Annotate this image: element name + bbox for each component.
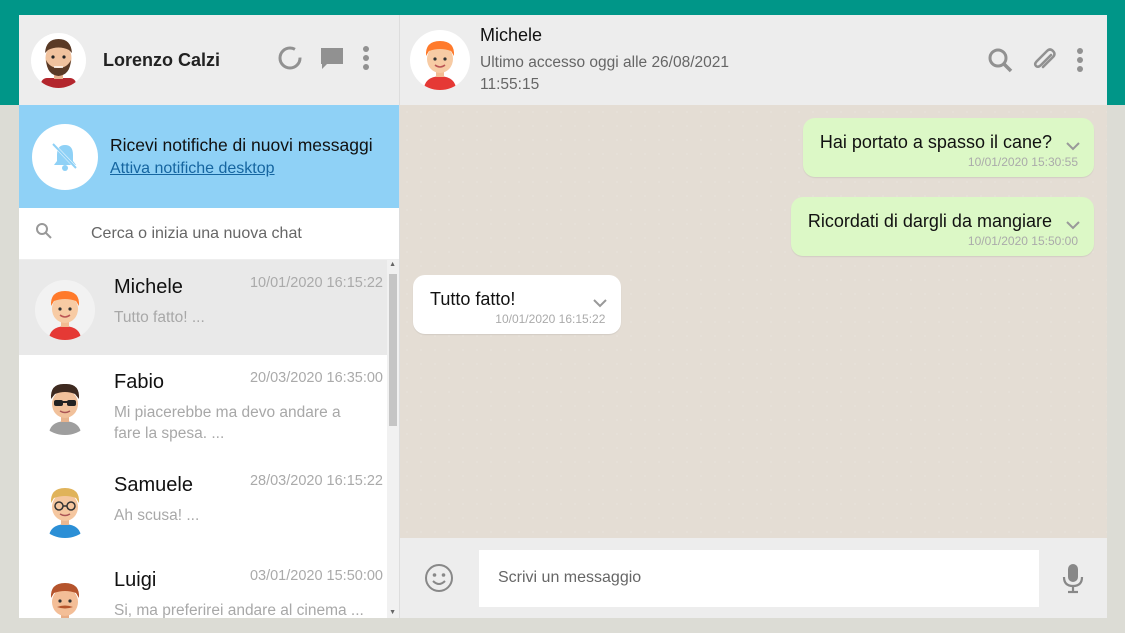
menu-icon[interactable]	[1075, 47, 1085, 73]
contact-avatar[interactable]	[410, 30, 470, 90]
message-input[interactable]	[479, 549, 1039, 607]
chat-preview: Si, ma preferirei andare al cinema ...	[114, 602, 364, 618]
microphone-icon[interactable]	[1061, 562, 1085, 594]
status-icon[interactable]	[277, 45, 303, 71]
message-text: Tutto fatto!	[430, 289, 516, 309]
notification-title: Ricevi notifiche di nuovi messaggi	[110, 135, 373, 155]
sidebar-header-icons	[277, 45, 371, 71]
search-input[interactable]	[91, 224, 381, 243]
contact-name: Michele	[480, 24, 543, 45]
message-time: 10/01/2020 16:15:22	[495, 312, 606, 326]
scrollbar-thumb[interactable]	[389, 274, 397, 426]
chat-list: Michele Tutto fatto! ... 10/01/2020 16:1…	[19, 260, 399, 618]
chat-preview: Mi piacerebbe ma devo andare a fare la s…	[114, 404, 341, 442]
sidebar-header: Lorenzo Calzi	[19, 15, 399, 105]
chat-time: 03/01/2020 15:50:00	[249, 568, 383, 584]
avatar	[35, 375, 95, 435]
search-icon	[35, 222, 53, 245]
my-name: Lorenzo Calzi	[103, 49, 221, 70]
conversation: Michele Ultimo accesso oggi alle 26/08/2…	[400, 15, 1107, 618]
chat-preview: Ah scusa! ...	[114, 507, 200, 524]
notification-banner: Ricevi notifiche di nuovi messaggi Attiv…	[19, 105, 399, 208]
search-icon[interactable]	[987, 47, 1013, 73]
avatar	[35, 280, 95, 340]
message-area: Hai portato a spasso il cane? 10/01/2020…	[400, 105, 1107, 538]
conversation-header-icons	[987, 47, 1085, 73]
chat-item-fabio[interactable]: Fabio Mi piacerebbe ma devo andare a far…	[19, 355, 399, 458]
message-bubble[interactable]: Hai portato a spasso il cane? 10/01/2020…	[802, 118, 1094, 177]
composer	[400, 538, 1107, 618]
emoji-icon[interactable]	[424, 563, 454, 593]
message-bubble[interactable]: Tutto fatto! 10/01/2020 16:15:22	[413, 275, 622, 334]
chat-item-michele[interactable]: Michele Tutto fatto! ... 10/01/2020 16:1…	[19, 260, 399, 355]
chat-item-samuele[interactable]: Samuele Ah scusa! ... 28/03/2020 16:15:2…	[19, 458, 399, 553]
menu-icon[interactable]	[361, 45, 371, 71]
avatar	[35, 478, 95, 538]
chat-time: 20/03/2020 16:35:00	[249, 370, 383, 386]
chevron-down-icon[interactable]	[1066, 138, 1080, 156]
scroll-up-icon[interactable]: ▲	[389, 261, 396, 268]
chat-list-scrollbar[interactable]: ▲ ▼	[387, 260, 399, 618]
message-text: Ricordati di dargli da mangiare	[807, 211, 1052, 231]
chat-time: 28/03/2020 16:15:22	[249, 473, 383, 489]
message-text: Hai portato a spasso il cane?	[819, 132, 1052, 152]
conversation-header: Michele Ultimo accesso oggi alle 26/08/2…	[400, 15, 1107, 105]
chevron-down-icon[interactable]	[1066, 217, 1080, 235]
my-avatar[interactable]	[31, 32, 86, 88]
scroll-down-icon[interactable]: ▼	[389, 609, 396, 616]
paperclip-icon[interactable]	[1031, 47, 1057, 73]
bell-off-icon	[32, 123, 98, 190]
chat-app: Lorenzo Calzi Ricevi notifiche di nuovi …	[19, 15, 1107, 618]
chat-time: 10/01/2020 16:15:22	[249, 275, 383, 291]
message-bubble[interactable]: Ricordati di dargli da mangiare 10/01/20…	[790, 197, 1094, 256]
chat-preview: Tutto fatto! ...	[114, 309, 205, 326]
enable-notifications-link[interactable]: Attiva notifiche desktop	[110, 160, 275, 178]
chevron-down-icon[interactable]	[593, 295, 608, 313]
search-bar	[19, 208, 399, 260]
chat-icon[interactable]	[319, 45, 345, 71]
contact-last-seen: Ultimo accesso oggi alle 26/08/2021 11:5…	[480, 53, 730, 93]
sidebar: Lorenzo Calzi Ricevi notifiche di nuovi …	[19, 15, 400, 618]
chat-item-luigi[interactable]: Luigi Si, ma preferirei andare al cinema…	[19, 553, 399, 618]
avatar	[35, 573, 95, 618]
message-time: 10/01/2020 15:50:00	[967, 234, 1078, 248]
message-time: 10/01/2020 15:30:55	[967, 155, 1078, 169]
